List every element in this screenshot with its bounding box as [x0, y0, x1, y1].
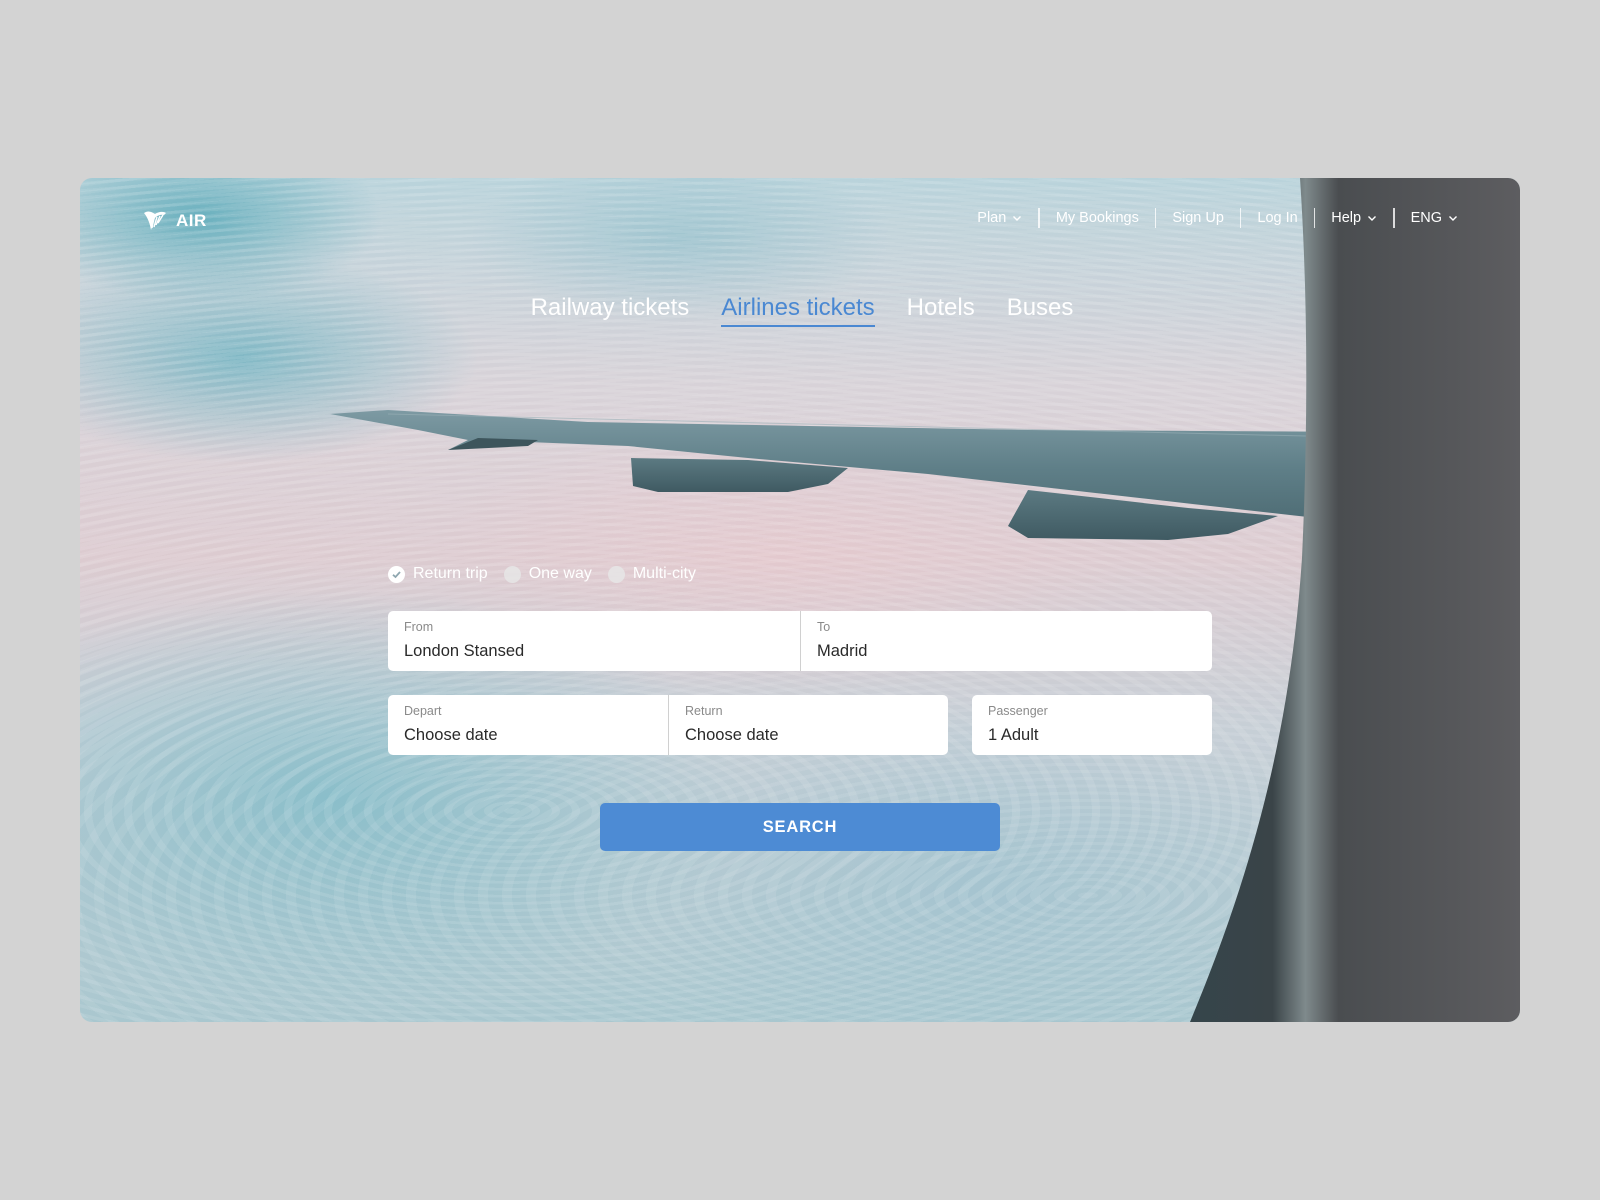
from-value[interactable]: London Stansed [404, 642, 784, 661]
nav-my-bookings[interactable]: My Bookings [1040, 210, 1155, 226]
checkmark-icon [392, 570, 401, 578]
chevron-down-icon [1368, 216, 1377, 221]
chevron-down-icon [1449, 216, 1457, 221]
language-selector[interactable]: ENG [1395, 210, 1458, 226]
nav-help[interactable]: Help [1315, 210, 1393, 226]
harp-logo-icon [144, 211, 166, 230]
hero-window: AIR Plan My Bookings Sign Up Log In Help… [80, 178, 1520, 1022]
depart-label: Depart [404, 704, 442, 718]
radio-one-way[interactable]: One way [503, 565, 592, 583]
return-label: Return [685, 704, 723, 718]
nav-sign-up[interactable]: Sign Up [1156, 210, 1240, 226]
search-button[interactable]: SEARCH [600, 803, 1000, 851]
category-tabs: Railway tickets Airlines tickets Hotels … [80, 294, 1520, 327]
language-label: ENG [1410, 210, 1442, 226]
nav-plan-label: Plan [977, 210, 1007, 226]
brand-name: AIR [176, 211, 207, 230]
to-value[interactable]: Madrid [817, 642, 1196, 661]
brand-logo[interactable]: AIR [142, 208, 207, 234]
tab-airlines-tickets[interactable]: Airlines tickets [721, 294, 875, 327]
from-to-group: From London Stansed To Madrid [388, 611, 1212, 671]
trip-type-options: Return trip One way Multi-city [388, 565, 696, 583]
passenger-field[interactable]: Passenger 1 Adult [972, 695, 1212, 755]
date-passenger-fields: Depart Choose date Return Choose date Pa… [388, 695, 1212, 755]
tab-buses[interactable]: Buses [1007, 294, 1074, 327]
route-fields: From London Stansed To Madrid [388, 611, 1212, 671]
nav-log-in[interactable]: Log In [1241, 210, 1313, 226]
radio-checked-icon[interactable] [388, 565, 405, 583]
tab-railway-tickets[interactable]: Railway tickets [531, 294, 690, 327]
nav-help-label: Help [1331, 210, 1362, 226]
tab-hotels[interactable]: Hotels [907, 294, 975, 327]
dates-group: Depart Choose date Return Choose date [388, 695, 948, 755]
return-value[interactable]: Choose date [685, 726, 932, 745]
airplane-wing-image [330, 410, 1388, 540]
to-label: To [817, 620, 831, 634]
radio-unchecked-icon[interactable] [607, 565, 625, 583]
nav-log-in-label: Log In [1257, 210, 1298, 226]
radio-unchecked-icon[interactable] [503, 565, 521, 583]
radio-return-trip[interactable]: Return trip [388, 565, 488, 583]
passenger-value[interactable]: 1 Adult [988, 726, 1196, 745]
top-nav: Plan My Bookings Sign Up Log In Help ENG [961, 208, 1458, 228]
radio-multi-city[interactable]: Multi-city [607, 565, 696, 583]
radio-one-way-label: One way [528, 565, 592, 582]
nav-my-bookings-label: My Bookings [1055, 210, 1139, 226]
depart-value[interactable]: Choose date [404, 726, 652, 745]
nav-sign-up-label: Sign Up [1172, 210, 1224, 226]
passenger-group: Passenger 1 Adult [972, 695, 1212, 755]
radio-multi-city-label: Multi-city [632, 565, 696, 582]
nav-plan[interactable]: Plan [961, 210, 1038, 226]
depart-date-field[interactable]: Depart Choose date [388, 695, 668, 755]
to-field[interactable]: To Madrid [800, 611, 1212, 671]
return-date-field[interactable]: Return Choose date [668, 695, 948, 755]
chevron-down-icon [1013, 216, 1022, 221]
from-field[interactable]: From London Stansed [388, 611, 800, 671]
radio-return-trip-label: Return trip [413, 565, 488, 582]
from-label: From [404, 620, 434, 634]
passenger-label: Passenger [988, 704, 1048, 718]
